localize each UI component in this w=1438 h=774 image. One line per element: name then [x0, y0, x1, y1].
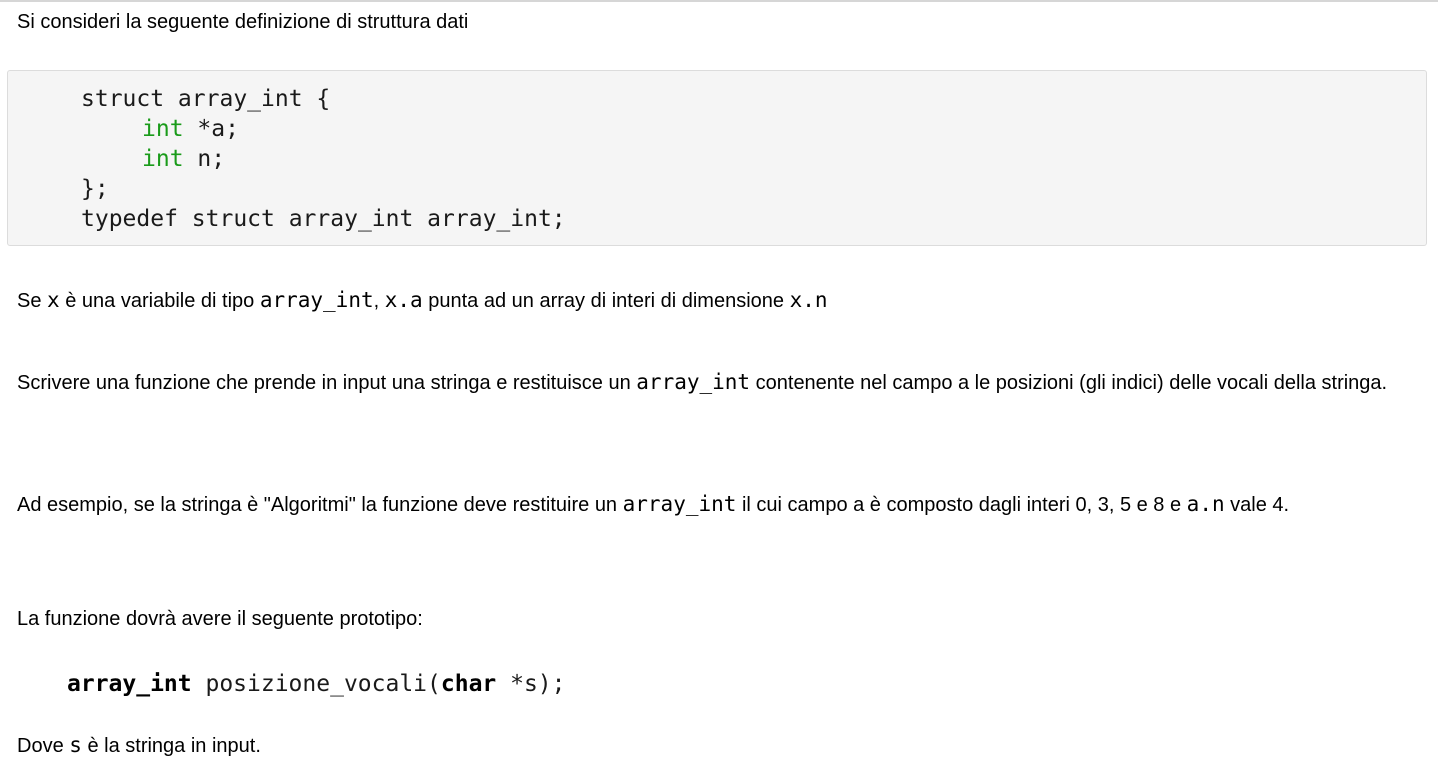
text-fragment: contenente nel campo a le posizioni (gli… — [750, 372, 1388, 394]
text-fragment: punta ad un array di interi di dimension… — [422, 290, 790, 312]
intro-sentence: Si consideri la seguente definizione di … — [17, 11, 469, 33]
code-line-4: }; — [81, 176, 109, 202]
function-prototype: array_int posizione_vocali(char *s); — [67, 667, 566, 701]
code-line-3-rest: n; — [183, 146, 226, 172]
paragraph-example: Ad esempio, se la stringa è "Algoritmi" … — [17, 488, 1427, 522]
code-line-1: struct array_int { — [81, 86, 331, 112]
top-divider — [0, 0, 1438, 2]
text-fragment: Scrivere una funzione che prende in inpu… — [17, 372, 637, 394]
paragraph-prototype-intro: La funzione dovrà avere il seguente prot… — [17, 603, 1427, 636]
inline-code: array_int — [622, 492, 737, 516]
code-keyword-int: int — [142, 146, 184, 172]
inline-code: x — [47, 288, 60, 312]
inline-code: x.a — [384, 288, 423, 312]
text-fragment: è una variabile di tipo — [59, 290, 260, 312]
paragraph-input-note: Dove s è la stringa in input. — [17, 729, 1427, 763]
paragraph-task: Scrivere una funzione che prende in inpu… — [17, 366, 1427, 400]
text-fragment: il cui campo a è composto dagli interi 0… — [736, 494, 1187, 516]
prototype-intro-sentence: La funzione dovrà avere il seguente prot… — [17, 608, 423, 630]
code-line-5: typedef struct array_int array_int; — [81, 206, 566, 232]
text-fragment: Ad esempio, se la stringa è "Algoritmi" … — [17, 494, 623, 516]
prototype-arg-rest: *s); — [496, 671, 566, 697]
code-line-2-rest: *a; — [183, 116, 239, 142]
prototype-return-type: array_int — [67, 671, 192, 697]
prototype-arg-type: char — [440, 671, 497, 697]
struct-code-block: struct array_int { int *a; int n; }; typ… — [7, 70, 1427, 246]
text-fragment: , — [373, 290, 385, 312]
prototype-function-name: posizione_vocali( — [191, 671, 441, 697]
inline-code: x.n — [789, 288, 828, 312]
code-line-2: int *a; — [142, 114, 239, 144]
code-line-3: int n; — [142, 144, 225, 174]
code-keyword-int: int — [142, 116, 184, 142]
paragraph-variable: Se x è una variabile di tipo array_int, … — [17, 284, 1427, 318]
inline-code: a.n — [1186, 492, 1225, 516]
inline-code: array_int — [636, 370, 751, 394]
inline-code: array_int — [259, 288, 374, 312]
text-fragment: Dove — [17, 735, 70, 757]
text-fragment: vale 4. — [1224, 494, 1290, 516]
inline-code: s — [69, 733, 82, 757]
text-fragment: è la stringa in input. — [81, 735, 261, 757]
text-fragment: Se — [17, 290, 48, 312]
intro-text: Si consideri la seguente definizione di … — [17, 6, 1427, 39]
